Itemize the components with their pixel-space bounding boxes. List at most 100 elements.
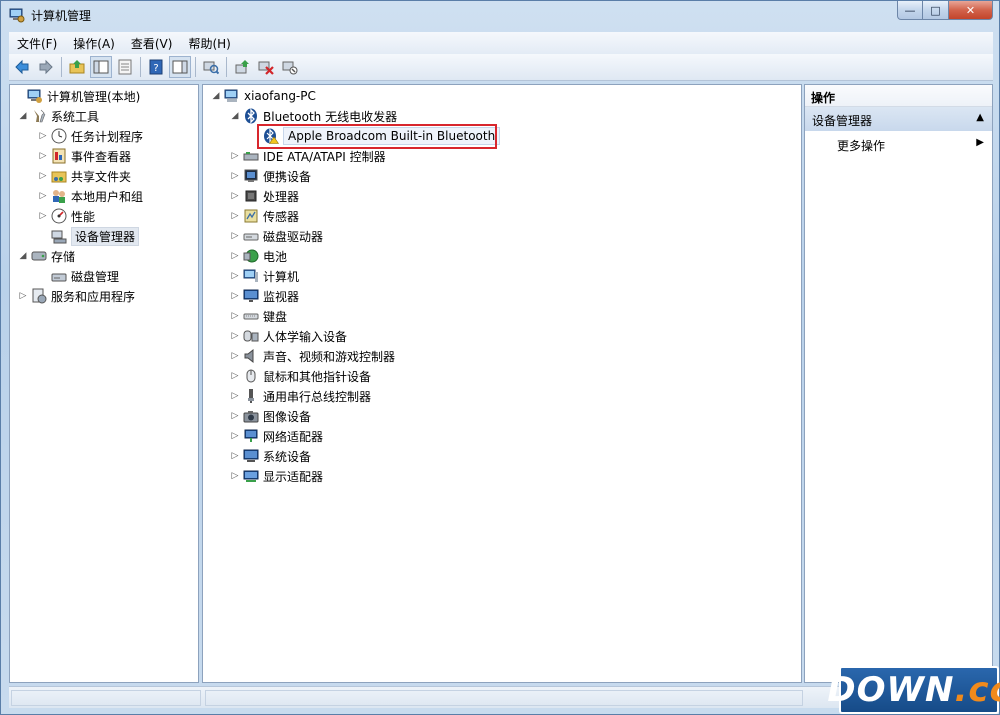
expand-arrow-icon[interactable]: ▷ (38, 171, 48, 181)
expand-arrow-icon[interactable]: ▷ (230, 271, 240, 281)
camera-icon (243, 411, 259, 423)
expand-arrow-icon[interactable]: ▷ (230, 451, 240, 461)
expand-arrow-icon[interactable]: ▷ (230, 411, 240, 421)
expand-arrow-icon[interactable]: ▷ (230, 191, 240, 201)
scan-hardware-icon (203, 61, 219, 75)
up-folder-icon (69, 60, 85, 74)
uninstall-button[interactable] (255, 56, 277, 78)
action-pane-button[interactable] (169, 56, 191, 78)
device-category[interactable]: ▷ 通用串行总线控制器 (230, 386, 371, 406)
device-category[interactable]: ▷ 电池 (230, 246, 287, 266)
tree-item-system-tools[interactable]: ◢ 系统工具 (18, 106, 99, 126)
device-category[interactable]: ▷ 传感器 (230, 206, 299, 226)
minimize-button[interactable]: — (897, 1, 923, 20)
disable-button[interactable] (279, 56, 301, 78)
tree-item-event-viewer[interactable]: ▷ 事件查看器 (38, 146, 131, 166)
display-adapter-icon (243, 470, 259, 482)
portable-device-icon (244, 169, 258, 182)
tree-item-disk-management[interactable]: 磁盘管理 (38, 266, 119, 286)
processor-icon (245, 190, 257, 202)
expand-arrow-icon[interactable]: ▷ (230, 371, 240, 381)
disk-management-icon (51, 273, 67, 282)
expand-arrow-icon[interactable]: ▷ (230, 211, 240, 221)
help-icon: ? (149, 59, 163, 75)
expand-arrow-icon[interactable]: ▷ (38, 131, 48, 141)
expand-arrow-icon[interactable]: ▷ (230, 471, 240, 481)
expand-arrow-icon[interactable]: ▷ (230, 231, 240, 241)
device-category[interactable]: ▷ 网络适配器 (230, 426, 323, 446)
collapse-arrow-icon[interactable]: ◢ (230, 111, 240, 121)
expand-arrow-icon[interactable]: ▷ (230, 431, 240, 441)
toolbar-separator (226, 57, 227, 77)
collapse-arrow-icon[interactable]: ◢ (211, 91, 221, 101)
show-hide-tree-button[interactable] (90, 56, 112, 78)
menu-file[interactable]: 文件(F) (9, 35, 65, 52)
title-bar[interactable]: 计算机管理 — □ ✕ (1, 1, 999, 29)
device-manager-icon (51, 230, 67, 244)
close-button[interactable]: ✕ (949, 1, 993, 20)
device-category[interactable]: ▷ 人体学输入设备 (230, 326, 347, 346)
expand-arrow-icon[interactable]: ▷ (230, 151, 240, 161)
more-actions-item[interactable]: 更多操作 ▶ (805, 133, 992, 155)
device-category-label: 网络适配器 (263, 429, 324, 444)
device-category[interactable]: ▷ 便携设备 (230, 166, 311, 186)
expand-arrow-icon[interactable]: ▷ (230, 331, 240, 341)
tree-item-storage[interactable]: ◢ 存储 (18, 246, 75, 266)
more-actions-label: 更多操作 (837, 139, 886, 153)
expand-arrow-icon[interactable]: ▷ (230, 171, 240, 181)
device-root-node[interactable]: ◢ xiaofang-PC (211, 86, 316, 106)
device-category[interactable]: ▷ 声音、视频和游戏控制器 (230, 346, 395, 366)
tree-item-device-manager[interactable]: 设备管理器 (38, 226, 140, 246)
tree-item-label: 计算机管理(本地) (47, 89, 141, 104)
expand-arrow-icon[interactable]: ▷ (230, 291, 240, 301)
help-button[interactable]: ? (145, 56, 167, 78)
expand-arrow-icon[interactable]: ▷ (18, 291, 28, 301)
menu-action[interactable]: 操作(A) (65, 35, 123, 52)
expand-arrow-icon[interactable]: ▷ (38, 151, 48, 161)
computer-name: xiaofang-PC (244, 89, 316, 103)
tree-item-shared-folders[interactable]: ▷ 共享文件夹 (38, 166, 131, 186)
device-category[interactable]: ▷ 监视器 (230, 286, 299, 306)
forward-button[interactable] (35, 56, 57, 78)
collapse-arrow-icon[interactable]: ◢ (18, 251, 28, 261)
device-category[interactable]: ▷ 系统设备 (230, 446, 311, 466)
tree-item-services-applications[interactable]: ▷ 服务和应用程序 (18, 286, 135, 306)
maximize-button[interactable]: □ (923, 1, 949, 20)
device-category-label: 声音、视频和游戏控制器 (263, 349, 396, 364)
toolbar-separator (195, 57, 196, 77)
device-category[interactable]: ▷ 鼠标和其他指针设备 (230, 366, 371, 386)
menu-help[interactable]: 帮助(H) (180, 35, 238, 52)
device-category-bluetooth[interactable]: ◢ Bluetooth 无线电收发器 (230, 106, 397, 126)
expand-arrow-icon[interactable]: ▷ (38, 191, 48, 201)
expand-arrow-icon[interactable]: ▷ (230, 391, 240, 401)
tree-item-local-users-groups[interactable]: ▷ 本地用户和组 (38, 186, 143, 206)
expand-arrow-icon[interactable]: ▷ (230, 251, 240, 261)
tree-item-performance[interactable]: ▷ 性能 (38, 206, 95, 226)
properties-button[interactable] (114, 56, 136, 78)
back-button[interactable] (11, 56, 33, 78)
collapse-arrow-icon[interactable]: ◢ (18, 111, 28, 121)
tree-item-task-scheduler[interactable]: ▷ 任务计划程序 (38, 126, 143, 146)
up-one-level-button[interactable] (66, 56, 88, 78)
tree-item-computer-management[interactable]: 计算机管理(本地) (14, 86, 140, 106)
device-category[interactable]: ▷ 键盘 (230, 306, 287, 326)
expand-arrow-icon[interactable]: ▷ (230, 351, 240, 361)
expand-arrow-icon[interactable]: ▷ (38, 211, 48, 221)
device-category[interactable]: ▷ IDE ATA/ATAPI 控制器 (230, 146, 386, 166)
device-category[interactable]: ▷ 显示适配器 (230, 466, 323, 486)
tree-item-label: 共享文件夹 (71, 169, 132, 184)
update-driver-icon (235, 60, 249, 74)
device-category[interactable]: ▷ 处理器 (230, 186, 299, 206)
device-category[interactable]: ▷ 图像设备 (230, 406, 311, 426)
device-category[interactable]: ▷ 磁盘驱动器 (230, 226, 323, 246)
collapse-section-icon[interactable]: ▲ (976, 112, 984, 123)
submenu-arrow-icon: ▶ (976, 137, 984, 148)
update-driver-button[interactable] (231, 56, 253, 78)
menu-view[interactable]: 查看(V) (123, 35, 181, 52)
actions-section-device-manager[interactable]: 设备管理器 ▲ (805, 107, 992, 131)
expand-arrow-icon[interactable]: ▷ (230, 311, 240, 321)
device-category-label: 系统设备 (263, 449, 312, 464)
device-category[interactable]: ▷ 计算机 (230, 266, 299, 286)
scan-hardware-button[interactable] (200, 56, 222, 78)
tree-item-label-selected: 设备管理器 (71, 226, 140, 246)
